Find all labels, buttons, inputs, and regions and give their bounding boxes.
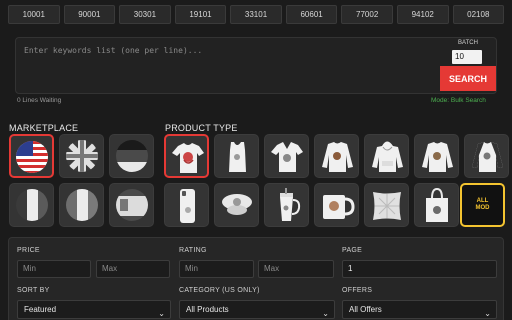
offers-select[interactable]: All Offers ⌄ bbox=[342, 300, 497, 319]
zip-chip[interactable]: 94102 bbox=[396, 5, 449, 24]
sort-by-select[interactable]: Featured ⌄ bbox=[17, 300, 171, 319]
category-label: CATEGORY (US ONLY) bbox=[179, 287, 260, 294]
throw-pillow-icon bbox=[373, 192, 401, 220]
flag-de-button[interactable] bbox=[109, 134, 154, 178]
product-sweatshirt-button[interactable] bbox=[314, 134, 359, 178]
zip-chip[interactable]: 77002 bbox=[341, 5, 393, 24]
flag-fr-button[interactable] bbox=[9, 183, 54, 227]
zip-chip[interactable]: 19101 bbox=[174, 5, 227, 24]
product-all-mod-button[interactable]: ALL MOD bbox=[460, 183, 505, 227]
us-flag-icon bbox=[16, 141, 48, 173]
zip-chip[interactable]: 33101 bbox=[230, 5, 282, 24]
product-hoodie-button[interactable] bbox=[364, 134, 409, 178]
product-raglan-button[interactable] bbox=[464, 134, 509, 178]
flag-uk-button[interactable] bbox=[59, 134, 104, 178]
popsocket-icon bbox=[222, 194, 252, 215]
flag-es-button[interactable] bbox=[109, 183, 154, 227]
zip-chip[interactable]: 60601 bbox=[285, 5, 338, 24]
tote-bag-icon bbox=[426, 187, 448, 222]
chevron-down-icon: ⌄ bbox=[322, 309, 329, 318]
mode-status: Mode: Bulk Search bbox=[431, 97, 486, 104]
product-phone-case-button[interactable] bbox=[164, 183, 209, 227]
category-select[interactable]: All Products ⌄ bbox=[179, 300, 335, 319]
zip-chip[interactable]: 90001 bbox=[63, 5, 116, 24]
product-long-sleeve-button[interactable] bbox=[414, 134, 459, 178]
product-tote-bag-button[interactable] bbox=[414, 183, 459, 227]
batch-label: BATCH bbox=[458, 40, 478, 46]
tumbler-icon bbox=[280, 188, 301, 221]
de-flag-icon bbox=[116, 140, 148, 172]
tshirt-icon bbox=[172, 143, 204, 173]
all-mod-label-line2: MOD bbox=[475, 205, 490, 211]
batch-input[interactable]: 10 bbox=[452, 50, 482, 64]
rating-max-input[interactable]: Max bbox=[258, 260, 334, 278]
flag-us-button[interactable] bbox=[9, 134, 54, 178]
product-tshirt-button[interactable] bbox=[164, 134, 209, 178]
keywords-textarea[interactable]: Enter keywords list (one per line)... bbox=[15, 37, 497, 94]
zip-chip[interactable]: 10001 bbox=[8, 5, 60, 24]
rating-label: RATING bbox=[179, 247, 207, 254]
page-input[interactable]: 1 bbox=[342, 260, 497, 278]
zip-chip[interactable]: 02108 bbox=[452, 5, 505, 24]
all-mod-label: ALL MOD bbox=[476, 198, 490, 212]
long-sleeve-icon bbox=[422, 142, 453, 172]
price-min-input[interactable]: Min bbox=[17, 260, 91, 278]
price-label: PRICE bbox=[17, 247, 40, 254]
chevron-down-icon: ⌄ bbox=[158, 309, 165, 318]
product-popsocket-button[interactable] bbox=[214, 183, 259, 227]
offers-value: All Offers bbox=[349, 305, 382, 314]
vneck-tshirt-icon bbox=[271, 142, 303, 172]
keywords-placeholder: Enter keywords list (one per line)... bbox=[24, 46, 203, 55]
offers-label: OFFERS bbox=[342, 287, 373, 294]
product-tumbler-button[interactable] bbox=[264, 183, 309, 227]
phone-case-icon bbox=[180, 189, 195, 223]
it-flag-icon bbox=[66, 189, 98, 221]
tank-top-icon bbox=[229, 142, 246, 172]
page-label: PAGE bbox=[342, 247, 363, 254]
es-flag-icon bbox=[116, 189, 148, 221]
rating-min-input[interactable]: Min bbox=[179, 260, 254, 278]
sweatshirt-icon bbox=[322, 142, 353, 172]
product-mug-button[interactable] bbox=[314, 183, 359, 227]
mug-icon bbox=[323, 195, 355, 219]
zip-code-bar: 10001 90001 30301 19101 33101 60601 7700… bbox=[8, 5, 505, 24]
price-max-input[interactable]: Max bbox=[96, 260, 170, 278]
marketplace-title: MARKETPLACE bbox=[9, 123, 79, 133]
search-button[interactable]: SEARCH bbox=[440, 66, 496, 91]
uk-flag-icon bbox=[66, 140, 98, 172]
product-throw-pillow-button[interactable] bbox=[364, 183, 409, 227]
fr-flag-icon bbox=[16, 189, 48, 221]
zip-chip[interactable]: 30301 bbox=[119, 5, 171, 24]
sort-by-value: Featured bbox=[24, 305, 57, 314]
hoodie-icon bbox=[372, 141, 403, 172]
sort-by-label: SORT BY bbox=[17, 287, 50, 294]
all-mod-label-line1: ALL bbox=[476, 198, 489, 204]
chevron-down-icon: ⌄ bbox=[484, 309, 491, 318]
category-value: All Products bbox=[186, 305, 229, 314]
raglan-icon bbox=[472, 142, 503, 172]
product-type-title: PRODUCT TYPE bbox=[165, 123, 238, 133]
product-vneck-button[interactable] bbox=[264, 134, 309, 178]
flag-it-button[interactable] bbox=[59, 183, 104, 227]
lines-waiting-status: 0 Lines Waiting bbox=[17, 97, 62, 104]
product-tank-top-button[interactable] bbox=[214, 134, 259, 178]
